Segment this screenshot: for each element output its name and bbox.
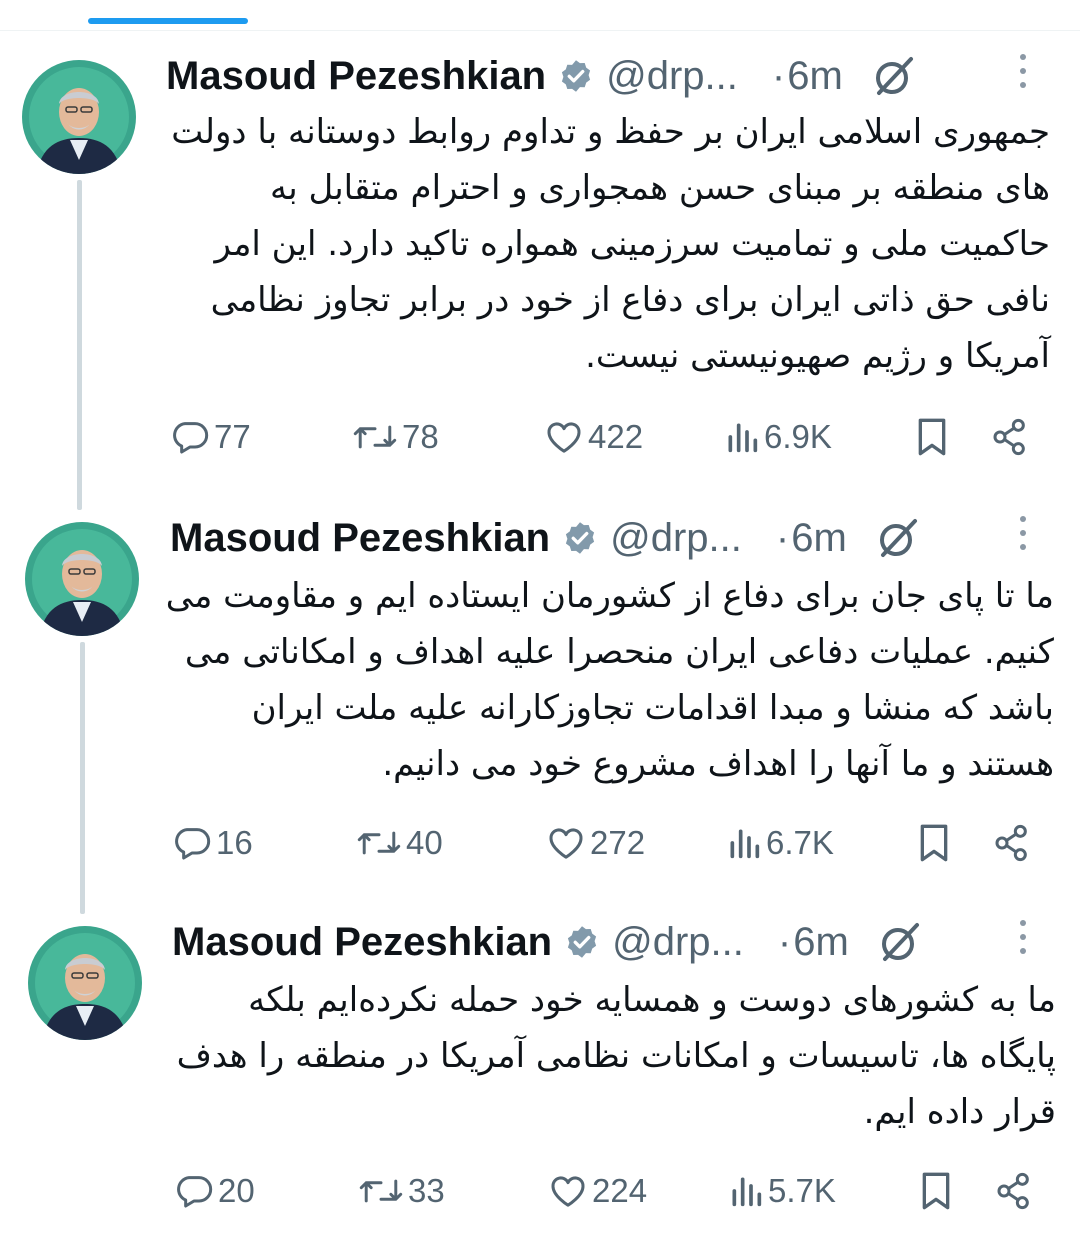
like-count: 272: [590, 824, 646, 861]
like-button[interactable]: 422: [544, 412, 643, 462]
bookmark-icon: [922, 1172, 950, 1210]
reply-button[interactable]: 20: [174, 1166, 255, 1216]
tweet[interactable]: Masoud Pezeshkian @drp... · 6m ما به کشو…: [0, 0, 1080, 1210]
tweet[interactable]: Masoud Pezeshkian @drp... · 6m جمهوری اس…: [0, 0, 1080, 480]
timestamp[interactable]: 6m: [791, 516, 847, 561]
more-options-icon[interactable]: [1020, 920, 1026, 954]
views-count: 5.7K: [768, 1172, 836, 1209]
reply-count: 16: [216, 824, 253, 861]
repost-icon: [357, 831, 401, 855]
bookmark-icon: [918, 418, 946, 456]
share-button[interactable]: [994, 1166, 1034, 1216]
views-icon: [728, 423, 758, 453]
heart-icon: [547, 422, 581, 453]
views-icon: [730, 829, 760, 859]
like-count: 422: [588, 418, 644, 455]
tweet-actions: 16 40 272 6.7K: [172, 818, 1042, 868]
tweet-text: ما به کشورهای دوست و همسایه خود حمله نکر…: [176, 980, 1056, 1132]
reply-count: 20: [218, 1172, 255, 1209]
avatar-image: [22, 60, 136, 174]
reply-button[interactable]: 77: [170, 412, 251, 462]
verified-badge-icon: [564, 924, 600, 960]
repost-button[interactable]: 33: [358, 1166, 445, 1216]
tweet-header: Masoud Pezeshkian @drp... · 6m: [170, 508, 1050, 568]
timestamp[interactable]: 6m: [793, 920, 849, 965]
repost-icon: [353, 425, 397, 449]
views-button[interactable]: 6.7K: [726, 818, 834, 868]
author-handle[interactable]: @drp...: [612, 920, 744, 965]
reply-icon: [175, 828, 211, 860]
grok-icon[interactable]: [875, 515, 921, 561]
time-separator: ·: [777, 919, 792, 964]
avatar[interactable]: [25, 522, 139, 636]
repost-count: 40: [406, 824, 443, 861]
avatar[interactable]: [28, 926, 142, 1040]
more-options-icon[interactable]: [1020, 54, 1026, 88]
tweet-actions: 20 33 224 5.7K: [174, 1166, 1044, 1216]
views-button[interactable]: 6.9K: [724, 412, 832, 462]
reply-button[interactable]: 16: [172, 818, 253, 868]
time-separator: ·: [771, 53, 786, 98]
reply-count: 77: [214, 418, 251, 455]
repost-button[interactable]: 40: [356, 818, 443, 868]
author-name[interactable]: Masoud Pezeshkian: [170, 516, 550, 561]
grok-icon[interactable]: [877, 919, 923, 965]
like-button[interactable]: 224: [548, 1166, 647, 1216]
views-button[interactable]: 5.7K: [728, 1166, 836, 1216]
share-icon: [997, 1172, 1029, 1210]
tweet-header: Masoud Pezeshkian @drp... · 6m: [166, 46, 1050, 106]
views-count: 6.9K: [764, 418, 832, 455]
verified-badge-icon: [562, 520, 598, 556]
reply-icon: [173, 422, 209, 454]
more-options-icon[interactable]: [1020, 516, 1026, 550]
share-icon: [995, 824, 1027, 862]
time-separator: ·: [775, 515, 790, 560]
author-name[interactable]: Masoud Pezeshkian: [172, 920, 552, 965]
repost-count: 33: [408, 1172, 445, 1209]
avatar[interactable]: [22, 60, 136, 174]
bookmark-button[interactable]: [912, 412, 952, 462]
repost-count: 78: [402, 418, 439, 455]
reply-icon: [177, 1176, 213, 1208]
author-handle[interactable]: @drp...: [606, 54, 738, 99]
tweet-header: Masoud Pezeshkian @drp... · 6m: [172, 912, 1050, 972]
avatar-image: [28, 926, 142, 1040]
tweet-actions: 77 78 422 6.9K: [170, 412, 1040, 462]
share-button[interactable]: [992, 818, 1032, 868]
bookmark-icon: [920, 824, 948, 862]
bookmark-button[interactable]: [914, 818, 954, 868]
author-name[interactable]: Masoud Pezeshkian: [166, 54, 546, 99]
thread-line: [80, 642, 85, 914]
tweet-text: جمهوری اسلامی ایران بر حفظ و تداوم روابط…: [171, 112, 1050, 376]
tweet-text: ما تا پای جان برای دفاع از کشورمان ایستا…: [165, 576, 1054, 784]
heart-icon: [549, 828, 583, 859]
author-handle[interactable]: @drp...: [610, 516, 742, 561]
avatar-image: [25, 522, 139, 636]
repost-icon: [359, 1179, 403, 1203]
bookmark-button[interactable]: [916, 1166, 956, 1216]
grok-icon[interactable]: [871, 53, 917, 99]
like-count: 224: [592, 1172, 648, 1209]
timestamp[interactable]: 6m: [787, 54, 843, 99]
verified-badge-icon: [558, 58, 594, 94]
share-button[interactable]: [990, 412, 1030, 462]
repost-button[interactable]: 78: [352, 412, 439, 462]
like-button[interactable]: 272: [546, 818, 645, 868]
views-count: 6.7K: [766, 824, 834, 861]
share-icon: [993, 418, 1025, 456]
heart-icon: [551, 1176, 585, 1207]
views-icon: [732, 1177, 762, 1207]
